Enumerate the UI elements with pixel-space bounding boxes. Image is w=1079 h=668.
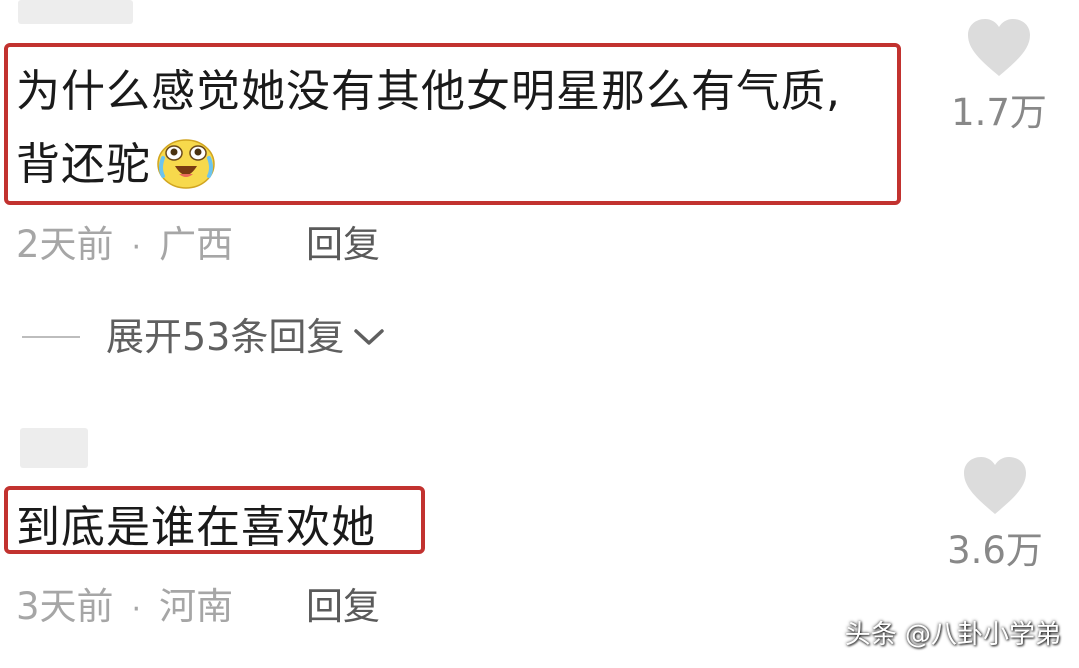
comment-location: 广西 — [159, 223, 234, 266]
chevron-down-icon — [354, 329, 385, 345]
like-button[interactable]: 3.6万 — [940, 456, 1050, 569]
comment-line-1: 为什么感觉她没有其他女明星那么有气质, — [16, 66, 841, 117]
username-redacted[interactable] — [20, 428, 88, 468]
like-button[interactable]: 1.7万 — [944, 18, 1054, 131]
comment-text: 为什么感觉她没有其他女明星那么有气质, — [16, 70, 841, 114]
comment-text: 到底是谁在喜欢她 — [16, 502, 376, 553]
username-redacted[interactable] — [18, 0, 133, 24]
reply-button[interactable]: 回复 — [306, 588, 380, 625]
watermark: 头条 @八卦小学弟 — [844, 620, 1061, 650]
comment-time: 2天前 — [16, 223, 114, 266]
expand-replies-label: 展开53条回复 — [106, 315, 345, 359]
expand-replies-button[interactable]: 展开53条回复 — [22, 318, 386, 356]
divider-line — [22, 336, 80, 338]
like-count: 1.7万 — [951, 91, 1047, 134]
comment-meta: 2天前 · 广西 — [16, 226, 233, 263]
heart-icon — [964, 457, 1026, 514]
laughing-crying-emoji-icon — [155, 136, 217, 198]
heart-icon — [968, 19, 1030, 76]
reply-button[interactable]: 回复 — [306, 226, 380, 263]
comment-time: 3天前 — [16, 585, 114, 628]
meta-separator: · — [131, 230, 142, 265]
comment-location: 河南 — [159, 585, 234, 628]
like-count: 3.6万 — [947, 529, 1043, 572]
meta-separator: · — [131, 592, 142, 627]
comment-text-line-2: 背还驼 — [16, 136, 217, 198]
comment-meta: 3天前 · 河南 — [16, 588, 233, 625]
